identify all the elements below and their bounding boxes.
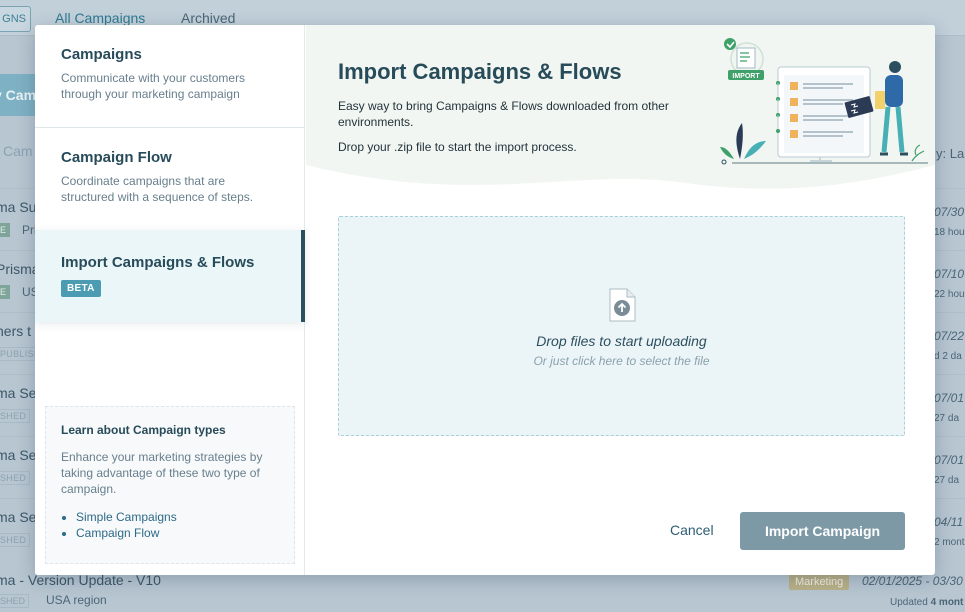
import-campaign-button[interactable]: Import Campaign [740,512,905,550]
import-illustration: IMPORT [720,38,928,165]
row-updated: Updated 4 mont [890,597,963,608]
row-updated: 22 hou [934,289,965,300]
background-search-field[interactable]: Cam [3,143,33,159]
row-date: 07/01 [934,453,965,467]
campaign-type-sidebar: Campaigns Communicate with your customer… [35,25,305,575]
background-sort-label: y: La [936,146,965,161]
file-dropzone[interactable]: Drop files to start uploading Or just cl… [338,216,905,436]
row-name: ma Su [0,199,37,215]
row-name: Prisma [0,261,40,277]
row-updated-prefix: Updated [890,597,931,608]
row-tag: SHED [0,594,30,608]
table-row[interactable]: ma - Version Update - V10 SHED USA regio… [0,572,965,612]
row-date: 02/01/2025 - 03/30 [862,574,963,588]
row-tag: SHED [0,471,31,485]
row-tag: SHED [0,409,31,423]
link-simple-campaigns[interactable]: Simple Campaigns [76,509,279,525]
row-updated: 2 mont [934,537,965,548]
row-name: ma Se [0,385,37,401]
row-name: ma Se [0,509,37,525]
marketing-badge: Marketing [789,574,850,590]
learn-title: Learn about Campaign types [61,423,226,437]
import-modal: Campaigns Communicate with your customer… [35,25,935,575]
row-updated: 18 hou [934,227,965,238]
sidebar-item-import[interactable]: Import Campaigns & Flows BETA [35,230,305,322]
link-campaign-flow[interactable]: Campaign Flow [76,525,279,541]
page-instruction: Drop your .zip file to start the import … [338,140,577,154]
dropzone-title: Drop files to start uploading [536,333,707,349]
upload-file-icon [609,288,636,322]
learn-links: Simple Campaigns Campaign Flow [61,509,279,541]
row-updated: 27 da [934,413,960,424]
row-name: ma Se [0,447,37,463]
sidebar-item-description: Communicate with your customers through … [61,71,246,101]
row-updated: d 2 da [934,351,962,362]
tab-all-campaigns[interactable]: All Campaigns [55,10,145,26]
beta-badge: BETA [61,280,101,297]
row-tag: E [0,285,11,299]
row-tag: E [0,223,11,237]
row-date: 07/30 [934,205,965,219]
learn-description: Enhance your marketing strategies by tak… [61,450,263,496]
row-date: 04/11 [934,515,964,529]
illustration-badge: IMPORT [732,73,760,80]
sidebar-item-title: Campaign Flow [61,149,172,166]
row-date: 07/22 [934,329,965,343]
import-content: Import Campaigns & Flows Easy way to bri… [306,25,935,575]
page-description: Easy way to bring Campaigns & Flows down… [338,99,669,129]
tab-archived[interactable]: Archived [181,10,235,26]
row-sub: USA region [46,593,107,607]
row-name: ners t [0,323,32,339]
sidebar-item-title: Campaigns [61,46,142,63]
row-date: 07/10 [934,267,965,281]
sidebar-item-campaign-flow[interactable]: Campaign Flow Coordinate campaigns that … [35,128,305,230]
background-chip[interactable]: GNS [0,6,31,32]
cancel-button[interactable]: Cancel [670,522,714,538]
row-updated: 27 da [934,475,960,486]
sidebar-item-title: Import Campaigns & Flows [61,254,255,271]
sidebar-item-description: Coordinate campaigns that are structured… [61,174,254,204]
learn-panel: Learn about Campaign types Enhance your … [45,406,295,564]
row-date: 07/01 [934,391,965,405]
background-create-button[interactable]: y Cam [0,74,38,116]
dropzone-subtitle: Or just click here to select the file [533,354,710,368]
page-title: Import Campaigns & Flows [338,59,622,84]
sidebar-item-campaigns[interactable]: Campaigns Communicate with your customer… [35,46,305,128]
row-updated-value: 4 mont [930,597,964,608]
row-tag: SHED [0,533,31,547]
